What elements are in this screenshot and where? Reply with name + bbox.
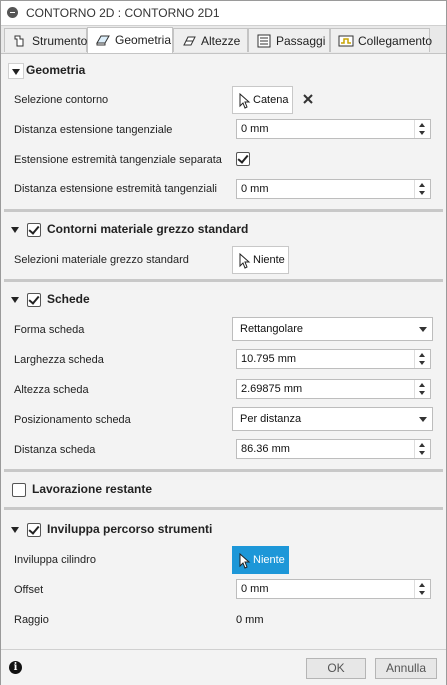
section-title: Lavorazione restante [32, 482, 153, 496]
input-value: 0 mm [241, 123, 269, 135]
title-bar: CONTORNO 2D : CONTORNO 2D1 [1, 1, 446, 26]
selezioni-grezzo-label: Selezioni materiale grezzo standard [14, 254, 189, 266]
section-geometria: Geometria [1, 58, 446, 84]
input-value: 10.795 mm [241, 353, 297, 365]
input-value: 0 mm [241, 583, 269, 595]
section-title: Geometria [26, 63, 86, 77]
chevron-down-icon [419, 327, 427, 332]
tab-collegamento[interactable]: Collegamento [330, 28, 433, 52]
spinner-icon[interactable] [414, 580, 430, 598]
altezza-scheda-label: Altezza scheda [14, 384, 89, 396]
collapse-triangle-icon[interactable] [8, 292, 24, 308]
distanza-estensione-tangenziale-input[interactable]: 0 mm [236, 119, 431, 139]
larghezza-scheda-label: Larghezza scheda [14, 354, 104, 366]
tab-bar: Strumento Geometria Altezze Passaggi Col… [1, 26, 446, 54]
info-icon[interactable]: i [9, 661, 22, 674]
passes-icon [257, 34, 271, 48]
larghezza-scheda-input[interactable]: 10.795 mm [236, 349, 431, 369]
dialog-footer: i OK Annulla [1, 649, 446, 685]
tab-passaggi[interactable]: Passaggi [248, 28, 330, 52]
linking-icon [338, 35, 354, 47]
spinner-icon[interactable] [414, 440, 430, 458]
select-value: Per distanza [240, 413, 302, 425]
inviluppa-cilindro-button[interactable]: Niente [232, 546, 289, 574]
distanza-scheda-label: Distanza scheda [14, 444, 96, 456]
offset-label: Offset [14, 584, 44, 596]
tab-label: Altezze [201, 34, 241, 48]
section-schede: Schede [1, 287, 446, 313]
contorni-grezzo-checkbox[interactable] [27, 223, 41, 237]
cursor-arrow-icon [239, 253, 251, 269]
input-value: 0 mm [241, 183, 269, 195]
close-icon[interactable] [302, 93, 314, 105]
section-inviluppa: Inviluppa percorso strumenti [1, 517, 446, 543]
window-title: CONTORNO 2D : CONTORNO 2D1 [26, 6, 220, 20]
spinner-icon[interactable] [414, 120, 430, 138]
section-title: Schede [47, 292, 90, 306]
estensione-estremita-separata-label: Estensione estremità tangenziale separat… [14, 154, 222, 166]
input-value: 86.36 mm [241, 443, 290, 455]
distanza-estensione-tangenziale-label: Distanza estensione tangenziale [14, 124, 173, 136]
ok-button[interactable]: OK [306, 658, 366, 679]
lavorazione-restante-checkbox[interactable] [12, 483, 26, 497]
distanza-estensione-estremita-input[interactable]: 0 mm [236, 179, 431, 199]
tab-label: Passaggi [276, 34, 326, 48]
collapse-triangle-icon[interactable] [8, 63, 24, 79]
select-value: Rettangolare [240, 323, 303, 335]
cursor-arrow-icon [239, 93, 251, 109]
catena-label: Catena [253, 94, 289, 106]
forma-scheda-select[interactable]: Rettangolare [232, 317, 433, 341]
estensione-estremita-separata-checkbox[interactable] [236, 152, 250, 166]
chevron-down-icon [419, 417, 427, 422]
inviluppa-cilindro-label: Inviluppa cilindro [14, 554, 96, 566]
tab-label: Geometria [115, 33, 172, 47]
selezione-contorno-label: Selezione contorno [14, 94, 109, 106]
cursor-arrow-icon [239, 553, 251, 569]
catena-select-button[interactable]: Catena [232, 86, 293, 114]
heights-icon [183, 36, 196, 46]
section-divider [4, 469, 443, 472]
spinner-icon[interactable] [414, 380, 430, 398]
niente-label: Niente [253, 254, 285, 266]
section-lavorazione-restante: Lavorazione restante [1, 477, 446, 503]
altezza-scheda-input[interactable]: 2.69875 mm [236, 379, 431, 399]
selezioni-grezzo-button[interactable]: Niente [232, 246, 289, 274]
posizionamento-scheda-select[interactable]: Per distanza [232, 407, 433, 431]
dialog-window: CONTORNO 2D : CONTORNO 2D1 Strumento Geo… [0, 0, 447, 685]
section-title: Contorni materiale grezzo standard [47, 222, 249, 236]
tool-icon [14, 35, 24, 47]
posizionamento-scheda-label: Posizionamento scheda [14, 414, 131, 426]
section-title: Inviluppa percorso strumenti [47, 522, 213, 536]
section-divider [4, 209, 443, 212]
niente-label: Niente [253, 554, 285, 566]
raggio-value: 0 mm [236, 614, 264, 626]
tab-label: Collegamento [358, 34, 433, 48]
spinner-icon[interactable] [414, 180, 430, 198]
tab-altezze[interactable]: Altezze [173, 28, 248, 52]
tab-label: Strumento [32, 34, 88, 48]
raggio-label: Raggio [14, 614, 49, 626]
section-divider [4, 507, 443, 510]
tab-strumento[interactable]: Strumento [4, 28, 87, 52]
collapse-icon[interactable] [7, 7, 18, 18]
forma-scheda-label: Forma scheda [14, 324, 85, 336]
section-divider [4, 279, 443, 282]
distanza-scheda-input[interactable]: 86.36 mm [236, 439, 431, 459]
collapse-triangle-icon[interactable] [8, 222, 24, 238]
tab-geometria[interactable]: Geometria [87, 27, 173, 53]
distanza-estensione-estremita-label: Distanza estensione estremità tangenzial… [14, 183, 218, 195]
geometry-icon [96, 35, 110, 46]
input-value: 2.69875 mm [241, 383, 303, 395]
offset-input[interactable]: 0 mm [236, 579, 431, 599]
collapse-triangle-icon[interactable] [8, 522, 24, 538]
spinner-icon[interactable] [414, 350, 430, 368]
section-contorni-grezzo: Contorni materiale grezzo standard [1, 217, 446, 243]
cancel-button[interactable]: Annulla [375, 658, 437, 679]
inviluppa-checkbox[interactable] [27, 523, 41, 537]
schede-checkbox[interactable] [27, 293, 41, 307]
